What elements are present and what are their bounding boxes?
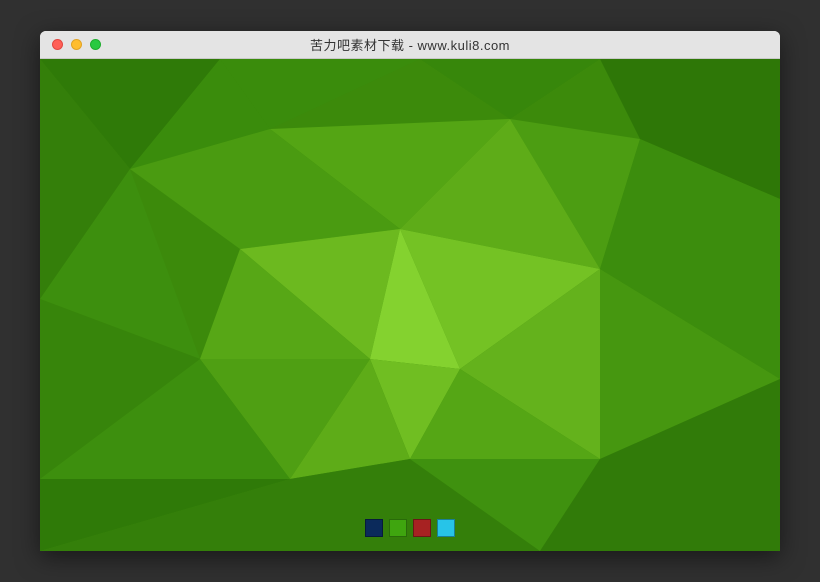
- traffic-lights: [40, 39, 101, 50]
- maximize-icon[interactable]: [90, 39, 101, 50]
- color-swatch-picker: [365, 519, 455, 537]
- content-area: [40, 59, 780, 551]
- swatch-red[interactable]: [413, 519, 431, 537]
- browser-window: 苦力吧素材下载 - www.kuli8.com: [40, 31, 780, 551]
- swatch-cyan[interactable]: [437, 519, 455, 537]
- swatch-navy[interactable]: [365, 519, 383, 537]
- swatch-green[interactable]: [389, 519, 407, 537]
- titlebar: 苦力吧素材下载 - www.kuli8.com: [40, 31, 780, 59]
- minimize-icon[interactable]: [71, 39, 82, 50]
- close-icon[interactable]: [52, 39, 63, 50]
- polygon-background: [40, 59, 780, 551]
- page-title: 苦力吧素材下载 - www.kuli8.com: [40, 35, 780, 54]
